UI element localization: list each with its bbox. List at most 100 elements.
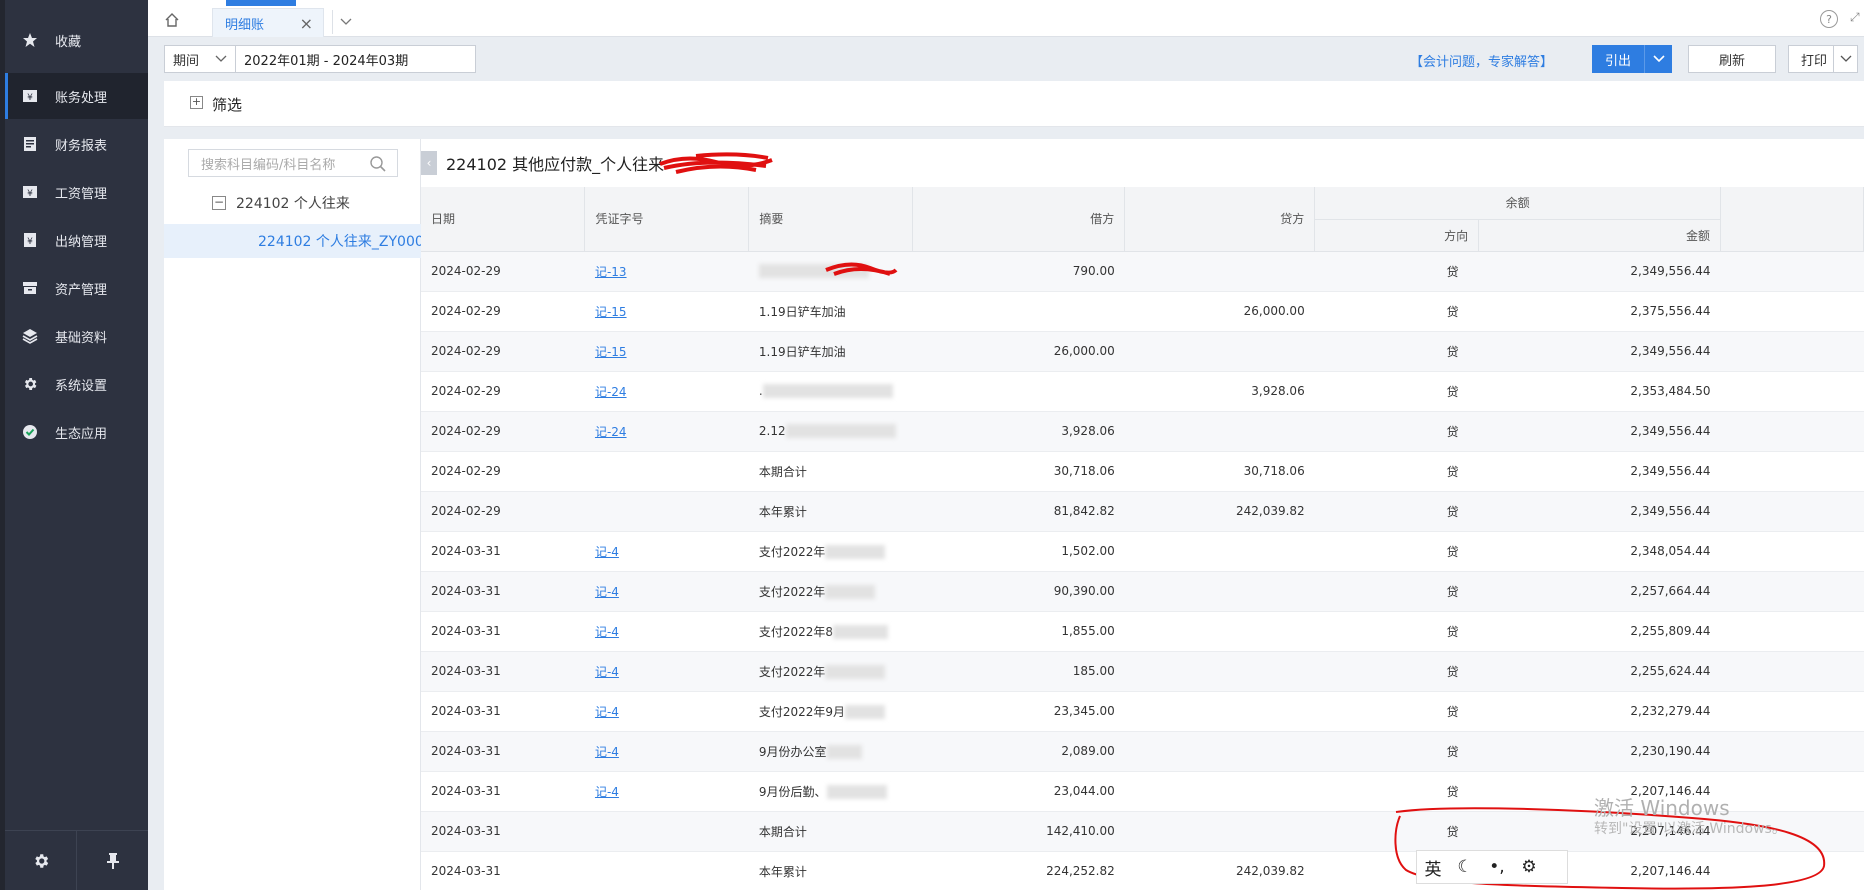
sidebar-item[interactable]: 系统设置: [5, 361, 148, 407]
cell-amount-text: 2,232,279.44: [1630, 704, 1711, 718]
table-row[interactable]: 2024-02-29 本期合计 30,718.06 30,718.06 贷 2,349,5…: [421, 451, 1864, 492]
collapse-minus-icon[interactable]: −: [212, 196, 226, 210]
table-row[interactable]: 2024-03-31 记-4 支付2022年9月 23,345.00 贷 2,232,27…: [421, 691, 1864, 732]
col-summary[interactable]: 摘要: [748, 187, 914, 252]
table-row[interactable]: 2024-02-29 记-15 1.19日铲车加油 26,000.00 贷 2,375,5…: [421, 291, 1864, 332]
expert-help-link[interactable]: 【会计问题，专家解答】: [1410, 51, 1553, 70]
sidebar-item[interactable]: ¥ 工资管理: [5, 169, 148, 215]
table-row[interactable]: 2024-03-31 记-4 支付2022年 185.00 贷 2,255,624.44: [421, 651, 1864, 692]
col-amount[interactable]: 金额: [1478, 219, 1722, 252]
gear-icon[interactable]: ⚙: [1513, 857, 1545, 877]
filter-bar[interactable]: + 筛选: [164, 81, 1864, 127]
table-row[interactable]: 2024-03-31 记-4 支付2022年 90,390.00 贷 2,257,664.…: [421, 571, 1864, 612]
voucher-link[interactable]: 记-24: [595, 425, 627, 439]
table-row[interactable]: 2024-02-29 记-24. 3,928.06 贷 2,353,484.50: [421, 371, 1864, 412]
print-dropdown-chevron-icon[interactable]: [1833, 46, 1857, 72]
close-icon[interactable]: ×: [300, 14, 313, 33]
cell-voucher: [584, 811, 749, 852]
table-row[interactable]: 2024-02-29 本年累计 81,842.82 242,039.82 贷 2,349,…: [421, 491, 1864, 532]
help-icon[interactable]: ?: [1820, 10, 1838, 28]
sidebar-item[interactable]: 资产管理: [5, 265, 148, 311]
cell-amount: 2,348,054.44: [1478, 531, 1721, 572]
sidebar-item[interactable]: 生态应用: [5, 409, 148, 455]
windows-activation-hint: 转到"设置"以激活 Windows。: [1594, 821, 1786, 837]
ime-toolbar[interactable]: 英 ☾ •, ⚙: [1416, 850, 1568, 884]
collapse-left-icon[interactable]: ‹: [421, 151, 437, 175]
voucher-link[interactable]: 记-4: [595, 745, 619, 759]
cell-voucher: [584, 851, 749, 890]
voucher-link[interactable]: 记-4: [595, 625, 619, 639]
col-credit[interactable]: 贷方: [1124, 187, 1316, 252]
sidebar-item[interactable]: ¥ 出纳管理: [5, 217, 148, 263]
tree-node-parent[interactable]: − 224102 个人往来: [212, 193, 350, 213]
cell-spacer: [1720, 331, 1864, 372]
voucher-link[interactable]: 记-15: [595, 345, 627, 359]
voucher-link[interactable]: 记-4: [595, 705, 619, 719]
export-dropdown-chevron-icon[interactable]: [1644, 45, 1672, 73]
voucher-link[interactable]: 记-4: [595, 545, 619, 559]
cell-summary: 9月份后勤、: [748, 771, 913, 812]
sidebar-item[interactable]: ¥ 账务处理: [5, 73, 148, 119]
sidebar-item[interactable]: 收藏: [5, 17, 148, 63]
cell-debit: 2,089.00: [912, 731, 1125, 772]
search-icon[interactable]: [369, 155, 387, 173]
moon-icon[interactable]: ☾: [1449, 857, 1481, 877]
table-row[interactable]: 2024-02-29 记-15 1.19日铲车加油 26,000.00 贷 2,349,5…: [421, 331, 1864, 372]
col-date[interactable]: 日期: [421, 187, 586, 252]
voucher-link[interactable]: 记-4: [595, 785, 619, 799]
ime-lang-toggle[interactable]: 英: [1417, 855, 1449, 880]
period-type-select[interactable]: 期间: [164, 45, 236, 73]
cell-credit: [1124, 531, 1315, 572]
cell-direction-text: 贷: [1446, 384, 1459, 399]
period-range-input[interactable]: 2022年01期 - 2024年03期: [236, 45, 476, 73]
col-debit[interactable]: 借方: [912, 187, 1126, 252]
sidebar-item[interactable]: 财务报表: [5, 121, 148, 167]
cell-spacer: [1720, 411, 1864, 452]
print-button[interactable]: 打印: [1788, 45, 1858, 73]
pin-icon[interactable]: [76, 831, 148, 890]
table-row[interactable]: 2024-02-29 记-13 790.00 贷 2,349,556.44: [421, 251, 1864, 292]
voucher-link[interactable]: 记-13: [595, 265, 627, 279]
cell-amount-text: 2,255,624.44: [1630, 664, 1711, 678]
filter-label[interactable]: 筛选: [212, 94, 242, 115]
svg-text:¥: ¥: [27, 93, 33, 103]
voucher-link[interactable]: 记-15: [595, 305, 627, 319]
voucher-link[interactable]: 记-4: [595, 665, 619, 679]
ime-punct-toggle[interactable]: •,: [1481, 857, 1513, 877]
table-row[interactable]: 2024-03-31本年累计224,252.82242,039.82贷2,207…: [421, 851, 1864, 890]
home-icon[interactable]: [160, 8, 184, 32]
expand-plus-icon[interactable]: +: [190, 96, 203, 109]
refresh-button[interactable]: 刷新: [1688, 45, 1776, 73]
tab-detail-ledger[interactable]: 明细账 ×: [212, 8, 324, 37]
sidebar-item[interactable]: 基础资料: [5, 313, 148, 359]
account-search-input[interactable]: 搜索科目编码/科目名称: [188, 149, 398, 177]
cell-spacer: [1720, 771, 1864, 812]
cell-direction: 贷: [1314, 411, 1479, 452]
tab-more-chevron-icon[interactable]: [332, 10, 358, 34]
table-row[interactable]: 2024-03-31 记-4 支付2022年 1,502.00 贷 2,348,054.4…: [421, 531, 1864, 572]
cell-summary-text: 支付2022年: [758, 544, 826, 559]
export-button[interactable]: 引出: [1592, 45, 1672, 73]
col-direction[interactable]: 方向: [1314, 219, 1480, 252]
cell-direction: 贷: [1314, 491, 1479, 532]
voucher-link[interactable]: 记-24: [595, 385, 627, 399]
col-voucher[interactable]: 凭证字号: [584, 187, 750, 252]
voucher-link[interactable]: 记-4: [595, 585, 619, 599]
cell-voucher: 记-15: [584, 331, 749, 372]
table-row[interactable]: 2024-03-31 记-4 9月份办公室 2,089.00 贷 2,230,190.44: [421, 731, 1864, 772]
cell-summary-text: 支付2022年8: [758, 624, 834, 639]
tree-node-selected[interactable]: 224102 个人往来_ZY00028: [164, 224, 421, 258]
cell-date: 2024-02-29: [421, 451, 585, 492]
cell-amount: 2,349,556.44: [1478, 411, 1721, 452]
cell-spacer: [1720, 531, 1864, 572]
cell-summary: 支付2022年8: [748, 611, 913, 652]
cell-date-text: 2024-03-31: [431, 784, 501, 798]
cell-debit: 23,345.00: [912, 691, 1125, 732]
cell-date: 2024-03-31: [421, 691, 585, 732]
table-row[interactable]: 2024-02-29 记-24 2.12 3,928.06 贷 2,349,556.44: [421, 411, 1864, 452]
settings-icon[interactable]: [5, 831, 76, 890]
cell-date: 2024-03-31: [421, 651, 585, 692]
table-row[interactable]: 2024-03-31 记-4 支付2022年8 1,855.00 贷 2,255,809.…: [421, 611, 1864, 652]
report-icon: [19, 136, 41, 152]
fullscreen-icon[interactable]: ⤢: [1850, 10, 1864, 28]
